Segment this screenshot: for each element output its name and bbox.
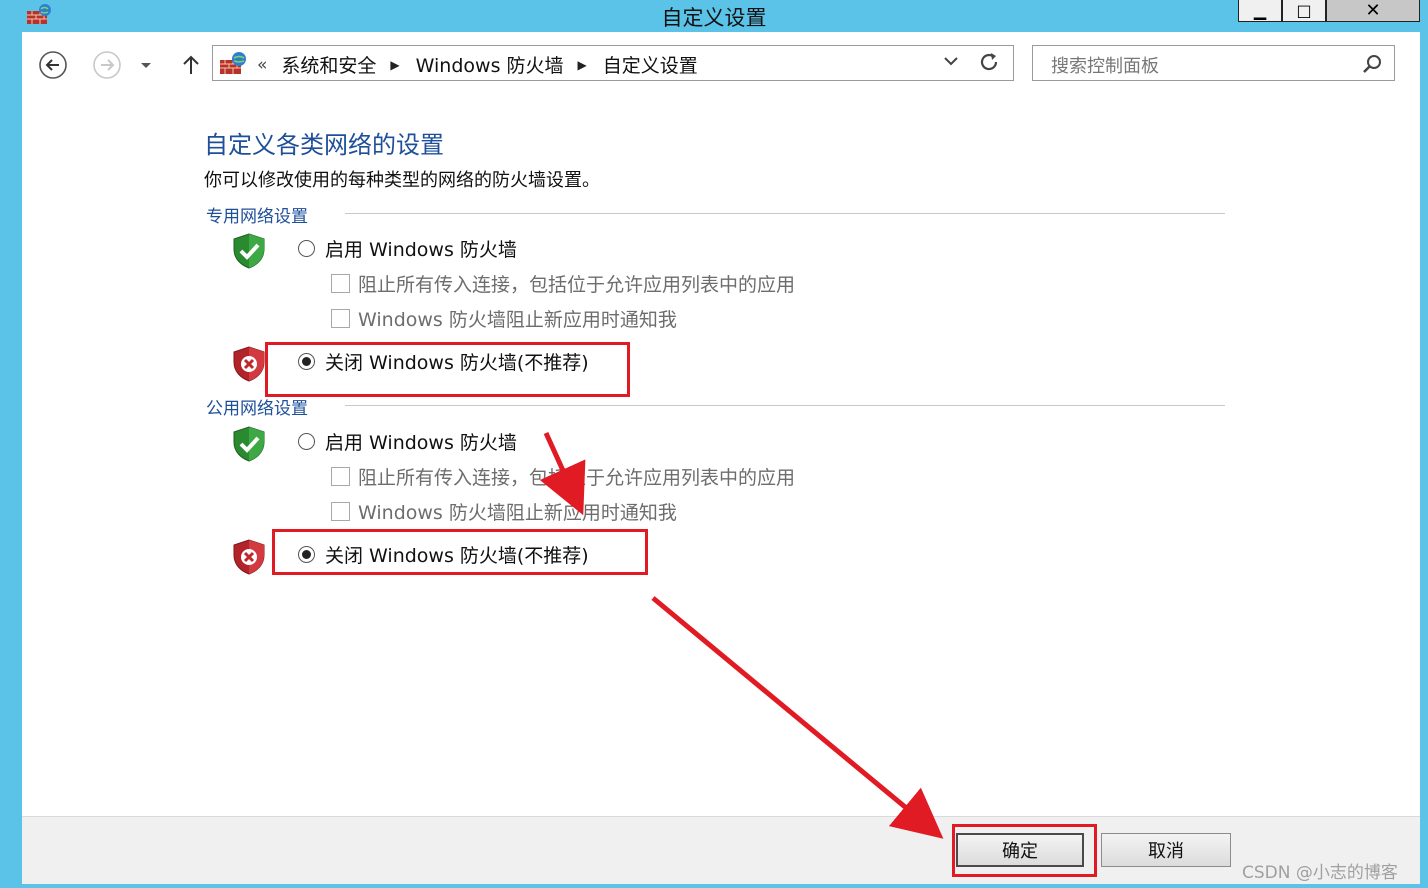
highlight-box-public-disable	[272, 529, 648, 575]
navigation-bar: « 系统和安全 ▶ Windows 防火墙 ▶ 自定义设置 搜索控制面板	[22, 32, 1420, 98]
private-notify-checkbox[interactable]: Windows 防火墙阻止新应用时通知我	[331, 305, 677, 332]
minimize-icon: ▁	[1253, 1, 1267, 20]
shield-x-icon	[233, 346, 265, 382]
public-network-divider	[345, 405, 1225, 406]
window-controls: ▁ □ ✕	[1238, 0, 1420, 24]
checkbox[interactable]	[331, 502, 350, 521]
public-enable-firewall-radio[interactable]: 启用 Windows 防火墙	[298, 428, 517, 455]
private-notify-label: Windows 防火墙阻止新应用时通知我	[358, 309, 677, 331]
client-area: « 系统和安全 ▶ Windows 防火墙 ▶ 自定义设置 搜索控制面板 自定义…	[22, 32, 1420, 816]
private-enable-firewall-radio[interactable]: 启用 Windows 防火墙	[298, 235, 517, 262]
breadcrumb-item-custom-settings[interactable]: 自定义设置	[603, 51, 698, 78]
cancel-button[interactable]: 取消	[1101, 833, 1231, 867]
close-button[interactable]: ✕	[1326, 0, 1420, 22]
forward-arrow-icon	[93, 51, 121, 79]
public-block-all-label: 阻止所有传入连接，包括位于允许应用列表中的应用	[358, 467, 796, 489]
checkbox[interactable]	[331, 274, 350, 293]
window-title: 自定义设置	[661, 6, 767, 30]
private-network-header: 专用网络设置	[206, 207, 308, 227]
breadcrumb: « 系统和安全 ▶ Windows 防火墙 ▶ 自定义设置	[257, 51, 698, 78]
title-bar: 自定义设置 ▁ □ ✕	[0, 0, 1428, 30]
maximize-button[interactable]: □	[1282, 0, 1326, 22]
breadcrumb-separator-icon[interactable]: ▶	[578, 58, 587, 72]
shield-x-icon	[233, 539, 265, 575]
up-button[interactable]	[176, 50, 206, 80]
highlight-box-ok	[952, 824, 1097, 877]
private-network-divider	[345, 213, 1225, 214]
firewall-location-icon	[220, 52, 246, 74]
maximize-icon: □	[1296, 1, 1312, 20]
chevron-down-icon	[141, 63, 151, 68]
checkbox[interactable]	[331, 467, 350, 486]
breadcrumb-item-windows-firewall[interactable]: Windows 防火墙	[416, 51, 564, 78]
dialog-button-bar: 确定 取消	[22, 816, 1420, 884]
up-arrow-icon	[183, 55, 199, 74]
public-enable-firewall-label: 启用 Windows 防火墙	[325, 432, 517, 454]
highlight-box-private-disable	[265, 342, 630, 397]
public-network-header: 公用网络设置	[206, 399, 308, 419]
search-box[interactable]: 搜索控制面板	[1032, 45, 1395, 81]
private-enable-firewall-label: 启用 Windows 防火墙	[325, 239, 517, 261]
page-title: 自定义各类网络的设置	[204, 131, 444, 159]
breadcrumb-separator-icon[interactable]: ▶	[390, 58, 399, 72]
forward-button[interactable]	[92, 50, 122, 80]
private-block-all-checkbox[interactable]: 阻止所有传入连接，包括位于允许应用列表中的应用	[331, 270, 795, 297]
shield-check-icon	[233, 233, 265, 269]
close-icon: ✕	[1365, 0, 1381, 21]
checkbox[interactable]	[331, 309, 350, 328]
address-dropdown-icon[interactable]	[943, 54, 959, 68]
back-button[interactable]	[38, 50, 68, 80]
minimize-button[interactable]: ▁	[1238, 0, 1282, 22]
watermark: CSDN @小志的博客	[1242, 863, 1398, 883]
recent-pages-button[interactable]	[136, 50, 156, 80]
private-block-all-label: 阻止所有传入连接，包括位于允许应用列表中的应用	[358, 274, 796, 296]
public-notify-label: Windows 防火墙阻止新应用时通知我	[358, 502, 677, 524]
address-bar[interactable]: « 系统和安全 ▶ Windows 防火墙 ▶ 自定义设置	[212, 45, 1014, 81]
radio-button[interactable]	[298, 433, 315, 450]
refresh-icon[interactable]	[979, 50, 1001, 74]
breadcrumb-overflow[interactable]: «	[257, 55, 267, 75]
radio-button[interactable]	[298, 240, 315, 257]
breadcrumb-item-system-security[interactable]: 系统和安全	[281, 51, 376, 78]
search-icon[interactable]	[1362, 54, 1382, 74]
shield-check-icon	[233, 426, 265, 462]
public-notify-checkbox[interactable]: Windows 防火墙阻止新应用时通知我	[331, 498, 677, 525]
search-input[interactable]: 搜索控制面板	[1051, 52, 1159, 78]
public-block-all-checkbox[interactable]: 阻止所有传入连接，包括位于允许应用列表中的应用	[331, 463, 795, 490]
back-arrow-icon	[39, 51, 67, 79]
page-description: 你可以修改使用的每种类型的网络的防火墙设置。	[204, 170, 600, 191]
